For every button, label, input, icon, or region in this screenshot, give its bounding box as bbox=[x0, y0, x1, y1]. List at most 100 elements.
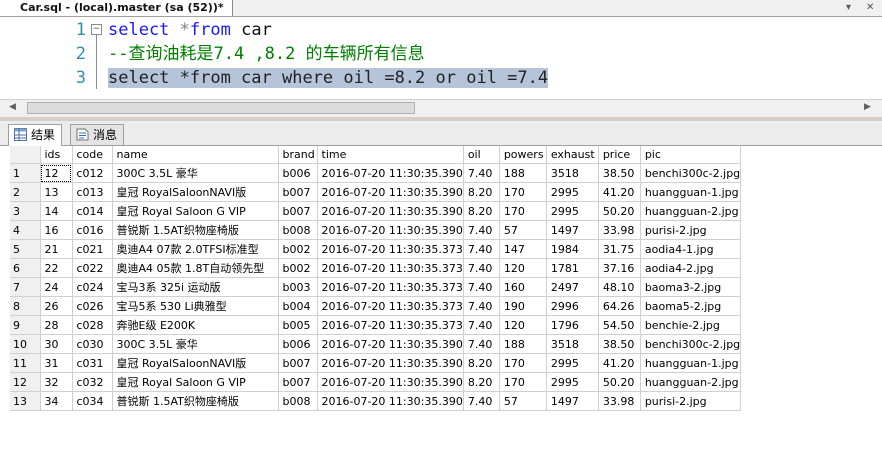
cell-price[interactable]: 33.98 bbox=[598, 220, 641, 240]
cell-powers[interactable]: 160 bbox=[499, 277, 547, 297]
cell-exhaust[interactable]: 2995 bbox=[546, 201, 599, 221]
cell-oil[interactable]: 7.40 bbox=[463, 239, 500, 259]
cell-name[interactable]: 普锐斯 1.5AT织物座椅版 bbox=[112, 220, 279, 240]
table-row[interactable]: 9 28 c028 奔驰E级 E200K b005 2016-07-20 11:30:35… bbox=[10, 315, 742, 335]
cell-code[interactable]: c022 bbox=[72, 258, 113, 278]
sql-editor[interactable]: 1 − select *from car 2 --查询油耗是7.4 ,8.2 的… bbox=[0, 17, 882, 99]
cell-powers[interactable]: 120 bbox=[499, 258, 547, 278]
cell-powers[interactable]: 170 bbox=[499, 182, 547, 202]
cell-code[interactable]: c016 bbox=[72, 220, 113, 240]
cell-price[interactable]: 37.16 bbox=[598, 258, 641, 278]
row-number[interactable]: 2 bbox=[10, 182, 41, 202]
cell-pic[interactable]: benchie-2.jpg bbox=[640, 315, 742, 335]
cell-brand[interactable]: b006 bbox=[278, 334, 318, 354]
cell-exhaust[interactable]: 2995 bbox=[546, 182, 599, 202]
column-header-ids[interactable]: ids bbox=[40, 146, 73, 164]
cell-pic[interactable]: huangguan-2.jpg bbox=[640, 201, 742, 221]
cell-price[interactable]: 38.50 bbox=[598, 334, 641, 354]
cell-pic[interactable]: huangguan-2.jpg bbox=[640, 372, 742, 392]
cell-oil[interactable]: 7.40 bbox=[463, 391, 500, 411]
cell-ids[interactable]: 14 bbox=[40, 201, 73, 221]
cell-ids[interactable]: 30 bbox=[40, 334, 73, 354]
cell-brand[interactable]: b005 bbox=[278, 315, 318, 335]
cell-ids[interactable]: 31 bbox=[40, 353, 73, 373]
column-header-pic[interactable]: pic bbox=[640, 146, 742, 164]
column-header-time[interactable]: time bbox=[317, 146, 464, 164]
row-number[interactable]: 13 bbox=[10, 391, 41, 411]
document-tab[interactable]: Car.sql - (local).master (sa (52))* bbox=[0, 0, 233, 16]
cell-code[interactable]: c030 bbox=[72, 334, 113, 354]
cell-pic[interactable]: baoma3-2.jpg bbox=[640, 277, 742, 297]
row-number[interactable]: 11 bbox=[10, 353, 41, 373]
column-header-powers[interactable]: powers bbox=[499, 146, 547, 164]
cell-name[interactable]: 宝马3系 325i 运动版 bbox=[112, 277, 279, 297]
column-header-oil[interactable]: oil bbox=[463, 146, 500, 164]
cell-name[interactable]: 普锐斯 1.5AT织物座椅版 bbox=[112, 391, 279, 411]
cell-price[interactable]: 33.98 bbox=[598, 391, 641, 411]
cell-ids[interactable]: 24 bbox=[40, 277, 73, 297]
cell-name[interactable]: 皇冠 Royal Saloon G VIP bbox=[112, 372, 279, 392]
cell-oil[interactable]: 8.20 bbox=[463, 353, 500, 373]
table-row[interactable]: 13 34 c034 普锐斯 1.5AT织物座椅版 b008 2016-07-20 11:… bbox=[10, 391, 742, 411]
cell-exhaust[interactable]: 2995 bbox=[546, 353, 599, 373]
column-header-name[interactable]: name bbox=[112, 146, 279, 164]
cell-time[interactable]: 2016-07-20 11:30:35.390 bbox=[317, 334, 464, 354]
cell-brand[interactable]: b007 bbox=[278, 182, 318, 202]
cell-exhaust[interactable]: 3518 bbox=[546, 334, 599, 354]
cell-oil[interactable]: 7.40 bbox=[463, 220, 500, 240]
cell-pic[interactable]: aodia4-1.jpg bbox=[640, 239, 742, 259]
cell-oil[interactable]: 8.20 bbox=[463, 372, 500, 392]
cell-price[interactable]: 50.20 bbox=[598, 201, 641, 221]
cell-oil[interactable]: 7.40 bbox=[463, 163, 500, 183]
cell-exhaust[interactable]: 1781 bbox=[546, 258, 599, 278]
results-grid[interactable]: ids code name brand time oil powers exhaust pric… bbox=[10, 146, 882, 464]
cell-time[interactable]: 2016-07-20 11:30:35.390 bbox=[317, 201, 464, 221]
column-header-exhaust[interactable]: exhaust bbox=[546, 146, 599, 164]
cell-name[interactable]: 皇冠 Royal Saloon G VIP bbox=[112, 201, 279, 221]
cell-price[interactable]: 41.20 bbox=[598, 182, 641, 202]
cell-oil[interactable]: 8.20 bbox=[463, 182, 500, 202]
cell-time[interactable]: 2016-07-20 11:30:35.390 bbox=[317, 220, 464, 240]
cell-price[interactable]: 31.75 bbox=[598, 239, 641, 259]
table-row[interactable]: 8 26 c026 宝马5系 530 Li典雅型 b004 2016-07-20 11:3… bbox=[10, 296, 742, 316]
cell-ids[interactable]: 21 bbox=[40, 239, 73, 259]
cell-code[interactable]: c034 bbox=[72, 391, 113, 411]
cell-code[interactable]: c031 bbox=[72, 353, 113, 373]
cell-brand[interactable]: b006 bbox=[278, 163, 318, 183]
editor-horizontal-scrollbar[interactable]: ◀ ▶ bbox=[0, 99, 882, 117]
cell-name[interactable]: 奥迪A4 05款 1.8T自动领先型 bbox=[112, 258, 279, 278]
cell-ids[interactable]: 34 bbox=[40, 391, 73, 411]
cell-name[interactable]: 皇冠 RoyalSaloonNAVI版 bbox=[112, 182, 279, 202]
cell-brand[interactable]: b003 bbox=[278, 277, 318, 297]
table-row[interactable]: 4 16 c016 普锐斯 1.5AT织物座椅版 b008 2016-07-20 11:3… bbox=[10, 220, 742, 240]
cell-exhaust[interactable]: 3518 bbox=[546, 163, 599, 183]
cell-ids[interactable]: 13 bbox=[40, 182, 73, 202]
cell-exhaust[interactable]: 1984 bbox=[546, 239, 599, 259]
cell-code[interactable]: c013 bbox=[72, 182, 113, 202]
cell-brand[interactable]: b002 bbox=[278, 258, 318, 278]
cell-name[interactable]: 奔驰E级 E200K bbox=[112, 315, 279, 335]
cell-price[interactable]: 38.50 bbox=[598, 163, 641, 183]
cell-powers[interactable]: 190 bbox=[499, 296, 547, 316]
scrollbar-thumb[interactable] bbox=[27, 102, 415, 114]
cell-powers[interactable]: 188 bbox=[499, 334, 547, 354]
cell-ids[interactable]: 16 bbox=[40, 220, 73, 240]
table-row[interactable]: 2 13 c013 皇冠 RoyalSaloonNAVI版 b007 2016-07-20… bbox=[10, 182, 742, 202]
close-tab-icon[interactable]: ✕ bbox=[866, 1, 874, 15]
cell-brand[interactable]: b008 bbox=[278, 220, 318, 240]
cell-ids[interactable]: 32 bbox=[40, 372, 73, 392]
cell-name[interactable]: 300C 3.5L 豪华 bbox=[112, 334, 279, 354]
row-number[interactable]: 6 bbox=[10, 258, 41, 278]
collapse-toggle-icon[interactable]: − bbox=[91, 24, 102, 35]
cell-price[interactable]: 50.20 bbox=[598, 372, 641, 392]
cell-brand[interactable]: b004 bbox=[278, 296, 318, 316]
tab-results[interactable]: 结果 bbox=[8, 124, 63, 146]
cell-brand[interactable]: b008 bbox=[278, 391, 318, 411]
cell-pic[interactable]: aodia4-2.jpg bbox=[640, 258, 742, 278]
table-row[interactable]: 12 32 c032 皇冠 Royal Saloon G VIP b007 2016-07… bbox=[10, 372, 742, 392]
table-row[interactable]: 11 31 c031 皇冠 RoyalSaloonNAVI版 b007 2016-07-2… bbox=[10, 353, 742, 373]
cell-pic[interactable]: huangguan-1.jpg bbox=[640, 353, 742, 373]
cell-brand[interactable]: b007 bbox=[278, 372, 318, 392]
cell-code[interactable]: c028 bbox=[72, 315, 113, 335]
grid-corner[interactable] bbox=[10, 146, 41, 164]
